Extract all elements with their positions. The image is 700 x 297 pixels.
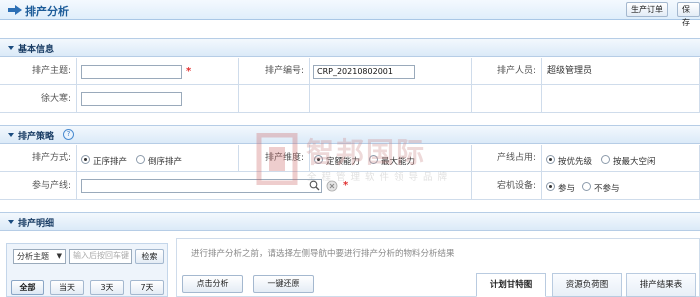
line-priority-radio[interactable] bbox=[546, 155, 555, 164]
downtime-join-radio[interactable] bbox=[546, 182, 555, 191]
page-title: 排产分析 bbox=[25, 5, 69, 18]
mode-reverse-radio[interactable] bbox=[136, 155, 145, 164]
downtime-label: 宕机设备: bbox=[472, 172, 542, 200]
empty-cell bbox=[472, 85, 542, 113]
mode-label: 排产方式: bbox=[0, 145, 77, 172]
join-line-input[interactable] bbox=[81, 179, 322, 193]
join-line-label: 参与产线: bbox=[0, 172, 77, 200]
section-label: 排产明细 bbox=[18, 219, 55, 229]
required-star: * bbox=[186, 66, 192, 77]
clear-icon[interactable] bbox=[326, 180, 338, 192]
arrow-right-icon bbox=[8, 5, 22, 15]
tab-gantt[interactable]: 计划甘特图 bbox=[476, 273, 546, 297]
save-button[interactable]: 保存 bbox=[677, 2, 700, 27]
dimension-quota-radio[interactable] bbox=[314, 155, 323, 164]
mode-forward-radio[interactable] bbox=[81, 155, 90, 164]
topic-input[interactable] bbox=[81, 65, 182, 79]
title-bar: 排产分析 生产订单 保存 bbox=[0, 0, 700, 27]
analyze-button[interactable]: 点击分析 bbox=[182, 275, 243, 293]
required-star: * bbox=[343, 180, 349, 191]
analysis-hint: 进行排产分析之前，请选择左侧导航中要进行排产分析的物料分析结果 bbox=[191, 249, 455, 259]
xudaji-input[interactable] bbox=[81, 92, 182, 106]
section-detail[interactable]: 排产明细 bbox=[0, 212, 700, 231]
analysis-topic-select[interactable]: 分析主题 ▼ bbox=[13, 249, 66, 264]
mode-reverse-label: 倒序排产 bbox=[148, 157, 183, 167]
section-strategy[interactable]: 排产策略 ? bbox=[0, 125, 700, 144]
search-button[interactable]: 检索 bbox=[135, 249, 164, 264]
person-label: 排产人员: bbox=[472, 58, 542, 85]
search-input[interactable]: 输入后按回车键 bbox=[69, 249, 132, 264]
collapse-triangle-icon[interactable] bbox=[8, 133, 14, 137]
line-priority-label: 按优先级 bbox=[558, 157, 593, 167]
section-basic-info[interactable]: 基本信息 bbox=[0, 38, 700, 57]
line-idle-label: 按最大空闲 bbox=[613, 157, 656, 167]
dimension-label: 排产维度: bbox=[239, 145, 310, 172]
empty-cell bbox=[542, 85, 700, 113]
empty-cell bbox=[239, 85, 310, 113]
collapse-triangle-icon[interactable] bbox=[8, 220, 14, 224]
dimension-max-radio[interactable] bbox=[369, 155, 378, 164]
code-input[interactable]: CRP_20210802001 bbox=[313, 65, 415, 79]
help-icon[interactable]: ? bbox=[63, 129, 74, 140]
dimension-quota-label: 定额能力 bbox=[326, 157, 361, 167]
downtime-nojoin-label: 不参与 bbox=[594, 184, 620, 194]
range-7days-button[interactable]: 7天 bbox=[130, 280, 164, 295]
line-idle-radio[interactable] bbox=[601, 155, 610, 164]
range-3days-button[interactable]: 3天 bbox=[90, 280, 124, 295]
production-order-button[interactable]: 生产订单 bbox=[626, 2, 668, 17]
analysis-topic-value: 分析主题 bbox=[17, 252, 49, 261]
range-today-button[interactable]: 当天 bbox=[50, 280, 84, 295]
mode-forward-label: 正序排产 bbox=[93, 157, 128, 167]
range-all-button[interactable]: 全部 bbox=[11, 280, 44, 295]
code-label: 排产编号: bbox=[239, 58, 310, 85]
restore-button[interactable]: 一键还原 bbox=[253, 275, 314, 293]
collapse-triangle-icon[interactable] bbox=[8, 46, 14, 50]
line-label: 产线占用: bbox=[472, 145, 542, 172]
dimension-max-label: 最大能力 bbox=[381, 157, 416, 167]
search-icon[interactable] bbox=[309, 180, 320, 191]
tab-resource-load[interactable]: 资源负荷图 bbox=[552, 273, 622, 297]
empty-cell bbox=[310, 85, 472, 113]
person-value: 超级管理员 bbox=[542, 58, 700, 85]
downtime-nojoin-radio[interactable] bbox=[582, 182, 591, 191]
section-label: 基本信息 bbox=[18, 45, 55, 55]
chevron-down-icon: ▼ bbox=[56, 252, 62, 260]
section-label: 排产策略 bbox=[18, 132, 55, 142]
topic-label: 排产主题: bbox=[0, 58, 77, 85]
downtime-join-label: 参与 bbox=[558, 184, 576, 194]
xudaji-label: 徐大寒: bbox=[0, 85, 77, 113]
tab-result-table[interactable]: 排产结果表 bbox=[626, 273, 696, 297]
